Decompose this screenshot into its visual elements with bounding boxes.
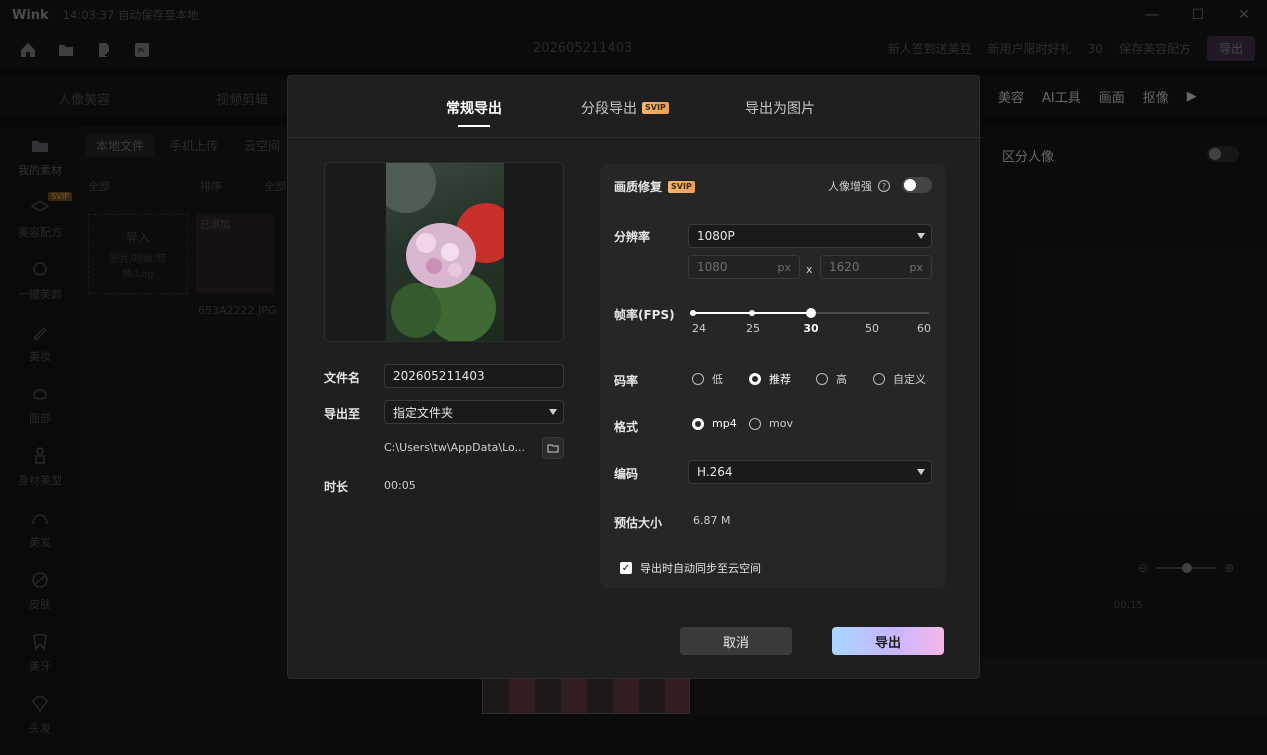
quality-repair-text: 画质修复 bbox=[614, 180, 663, 194]
bitrate-label: 码率 bbox=[614, 374, 639, 388]
resolution-value: 1080P bbox=[697, 229, 735, 243]
help-icon[interactable]: ? bbox=[878, 180, 890, 192]
format-mp4-radio[interactable]: mp4 bbox=[692, 417, 737, 430]
cloud-sync-label: 导出时自动同步至云空间 bbox=[640, 562, 761, 575]
codec-value: H.264 bbox=[697, 465, 733, 479]
folder-icon bbox=[547, 444, 559, 453]
chevron-down-icon bbox=[549, 409, 557, 415]
radio-label: 推荐 bbox=[769, 373, 791, 386]
format-mov-radio[interactable]: mov bbox=[749, 417, 793, 430]
duration-label: 时长 bbox=[324, 480, 349, 494]
bitrate-recommended-radio[interactable]: 推荐 bbox=[749, 371, 791, 387]
check-icon: ✓ bbox=[620, 562, 632, 574]
resolution-select[interactable]: 1080P bbox=[688, 224, 932, 248]
export-to-select[interactable]: 指定文件夹 bbox=[384, 400, 564, 424]
dimension-separator: x bbox=[806, 263, 813, 276]
export-tabs: 常规导出 分段导出 SVIP 导出为图片 bbox=[288, 76, 981, 138]
radio-circle bbox=[873, 373, 885, 385]
fps-tick-30[interactable]: 30 bbox=[803, 322, 818, 335]
radio-label: mov bbox=[769, 417, 793, 430]
bitrate-low-radio[interactable]: 低 bbox=[692, 371, 723, 387]
chevron-down-icon bbox=[917, 233, 925, 239]
radio-label: 自定义 bbox=[893, 373, 926, 386]
export-to-label: 导出至 bbox=[324, 407, 361, 421]
fps-slider-handle[interactable] bbox=[806, 308, 816, 318]
radio-circle bbox=[749, 373, 761, 385]
height-input[interactable]: 1620 px bbox=[820, 255, 932, 279]
tab-normal-export[interactable]: 常规导出 bbox=[446, 98, 502, 127]
estimated-size-value: 6.87 M bbox=[693, 514, 731, 527]
svip-badge: SVIP bbox=[668, 180, 695, 193]
tab-label: 导出为图片 bbox=[745, 101, 815, 117]
estimated-size-label: 预估大小 bbox=[614, 516, 663, 530]
resolution-label: 分辨率 bbox=[614, 230, 651, 244]
cloud-sync-checkbox[interactable]: ✓ 导出时自动同步至云空间 bbox=[620, 560, 761, 576]
chevron-down-icon bbox=[917, 469, 925, 475]
cancel-button[interactable]: 取消 bbox=[680, 627, 792, 655]
codec-label: 编码 bbox=[614, 467, 639, 481]
format-label: 格式 bbox=[614, 420, 639, 434]
bitrate-high-radio[interactable]: 高 bbox=[816, 371, 847, 387]
radio-circle bbox=[749, 417, 761, 430]
quality-repair-label: 画质修复 SVIP bbox=[614, 178, 695, 195]
svip-badge: SVIP bbox=[642, 102, 669, 114]
portrait-enhance-toggle[interactable] bbox=[902, 177, 932, 193]
export-settings-panel: 画质修复 SVIP 人像增强 ? 分辨率 1080P 1080 px x 162… bbox=[600, 164, 946, 588]
width-value: 1080 bbox=[697, 260, 728, 274]
tab-label: 常规导出 bbox=[446, 101, 502, 117]
file-name-input[interactable]: 202605211403 bbox=[384, 364, 564, 388]
fps-tick-24[interactable]: 24 bbox=[692, 322, 706, 335]
export-button[interactable]: 导出 bbox=[832, 627, 944, 655]
app-window: Wink 14:03:37 自动保存至本地 — ☐ ✕ Pr 202605211… bbox=[0, 0, 1267, 755]
duration-value: 00:05 bbox=[384, 479, 416, 492]
file-name-label: 文件名 bbox=[324, 371, 361, 385]
tab-export-image[interactable]: 导出为图片 bbox=[745, 98, 815, 118]
preview-image bbox=[386, 163, 504, 341]
fps-slider[interactable] bbox=[690, 308, 929, 318]
width-input[interactable]: 1080 px bbox=[688, 255, 800, 279]
export-path: C:\Users\tw\AppData\Lo... bbox=[384, 441, 526, 454]
radio-circle bbox=[692, 417, 704, 430]
height-value: 1620 bbox=[829, 260, 860, 274]
export-dialog: 常规导出 分段导出 SVIP 导出为图片 文件名 202605211403 导出… bbox=[287, 75, 981, 679]
bitrate-custom-radio[interactable]: 自定义 bbox=[873, 371, 926, 387]
browse-folder-button[interactable] bbox=[542, 437, 564, 459]
codec-select[interactable]: H.264 bbox=[688, 460, 932, 484]
radio-label: 高 bbox=[836, 373, 847, 386]
fps-tick-60[interactable]: 60 bbox=[917, 322, 931, 335]
portrait-enhance-text: 人像增强 bbox=[828, 180, 872, 193]
width-unit: px bbox=[777, 260, 792, 274]
fps-stop-24[interactable] bbox=[690, 310, 696, 316]
fps-label: 帧率(FPS) bbox=[614, 308, 675, 322]
radio-label: 低 bbox=[712, 373, 723, 386]
portrait-enhance-label: 人像增强 ? bbox=[828, 178, 890, 194]
tab-segment-export[interactable]: 分段导出 SVIP bbox=[581, 98, 669, 118]
export-preview bbox=[324, 162, 564, 342]
height-unit: px bbox=[909, 260, 924, 274]
radio-circle bbox=[692, 373, 704, 385]
tab-label: 分段导出 bbox=[581, 101, 637, 117]
radio-label: mp4 bbox=[712, 417, 737, 430]
export-to-value: 指定文件夹 bbox=[393, 405, 454, 420]
fps-tick-50[interactable]: 50 bbox=[865, 322, 879, 335]
fps-tick-25[interactable]: 25 bbox=[746, 322, 760, 335]
fps-stop-25[interactable] bbox=[749, 310, 755, 316]
radio-circle bbox=[816, 373, 828, 385]
